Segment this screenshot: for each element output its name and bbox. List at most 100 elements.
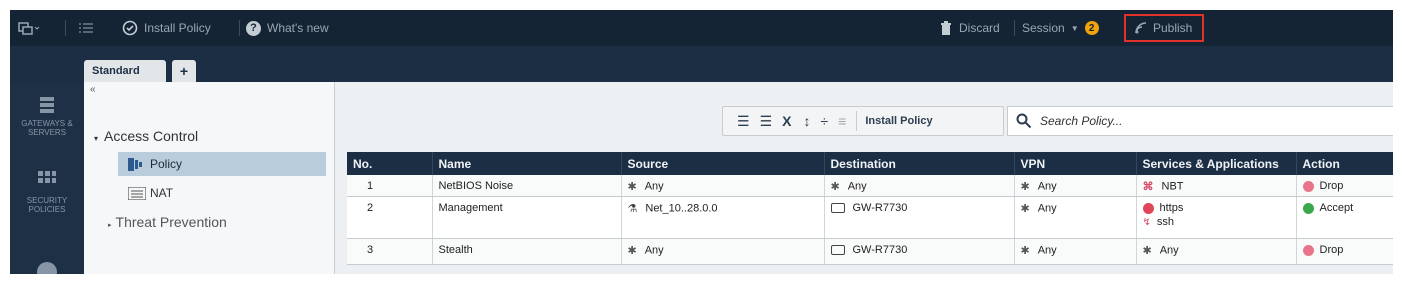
any-icon: ✱ (1020, 245, 1030, 257)
drop-icon (1302, 180, 1314, 192)
rule-name[interactable]: NetBIOS Noise (432, 175, 622, 197)
add-tab-button[interactable]: + (172, 60, 196, 82)
search-policy-box[interactable]: Search Policy... (1007, 106, 1393, 136)
column-header-destination[interactable]: Destination (824, 152, 1015, 175)
gateway-icon (830, 245, 845, 256)
policy-tab-bar: Standard + (10, 46, 1393, 82)
rule-name[interactable]: Management (432, 196, 622, 239)
publish-button[interactable]: Publish (1124, 14, 1204, 42)
help-icon: ? (246, 20, 261, 36)
tree-access-control[interactable]: ▾ Access Control (94, 128, 198, 144)
https-service-icon (1142, 202, 1154, 214)
divider (239, 20, 240, 36)
column-header-name[interactable]: Name (432, 152, 622, 175)
service-item: https (1142, 202, 1290, 214)
rule-action[interactable]: Drop (1296, 238, 1393, 265)
rule-number-text: 2 (367, 202, 374, 214)
install-policy-button[interactable]: Install Policy (122, 10, 211, 46)
rule-number: 2 (347, 196, 433, 239)
service-item: ↯ ssh (1143, 216, 1290, 228)
rule-number-text: 3 (367, 244, 374, 256)
globe-icon[interactable] (37, 262, 57, 274)
more-options-icon[interactable]: ≡ (838, 113, 846, 129)
action-text: Drop (1319, 180, 1344, 192)
collapse-panel-icon[interactable]: « (90, 84, 96, 95)
service-text: Any (1159, 244, 1179, 257)
search-icon (1016, 113, 1032, 129)
add-rule-above-icon[interactable]: ☰ (737, 113, 750, 130)
tab-standard[interactable]: Standard (84, 60, 166, 82)
collapse-sections-icon[interactable]: ÷ (820, 113, 828, 129)
rulebase-area: ☰ ☰ X ↕ ÷ ≡ Install Policy Search Policy… (335, 82, 1393, 274)
gateway-icon (830, 203, 845, 214)
vpn-text: Any (1037, 244, 1057, 257)
any-icon: ✱ (1020, 203, 1030, 215)
rule-services[interactable]: https ↯ ssh (1136, 196, 1297, 239)
tree-policy[interactable]: Policy (118, 152, 326, 176)
table-header-row: No. Name Source Destination VPN Services… (347, 152, 1393, 175)
discard-button[interactable]: Discard (940, 10, 1000, 46)
add-rule-below-icon[interactable]: ☰ (760, 113, 773, 130)
search-input[interactable]: Search Policy... (1040, 114, 1122, 128)
session-label: Session (1022, 21, 1065, 35)
rail-security-label: SECURITY POLICIES (26, 196, 68, 214)
whats-new-button[interactable]: ? What's new (246, 10, 329, 46)
rule-vpn[interactable]: ✱ Any (1014, 238, 1137, 265)
plus-icon: + (179, 63, 189, 79)
rule-vpn[interactable]: ✱ Any (1014, 175, 1137, 197)
rule-destination[interactable]: GW-R7730 (824, 238, 1015, 265)
app-menu-button[interactable] (18, 10, 40, 46)
toolbar-install-policy-button[interactable]: Install Policy (865, 115, 932, 127)
any-icon: ✱ (627, 181, 637, 193)
table-row[interactable]: 1 NetBIOS Noise ✱ Any ✱ Any ✱ Any ⌘ NBT Drop (347, 175, 1393, 197)
rule-services[interactable]: ⌘ NBT (1136, 175, 1297, 197)
security-policies-icon (38, 171, 56, 183)
tree-nat[interactable]: NAT (128, 186, 173, 200)
tab-standard-label: Standard (92, 65, 140, 77)
column-header-source[interactable]: Source (621, 152, 825, 175)
column-header-action[interactable]: Action (1296, 152, 1393, 175)
rule-name[interactable]: Stealth (432, 238, 622, 265)
whats-new-label: What's new (267, 21, 329, 35)
tree-threat-prevention[interactable]: ▸ Threat Prevention (108, 214, 227, 230)
menu-list-button[interactable] (78, 10, 94, 46)
drop-icon (1302, 244, 1314, 256)
action-text: Accept (1319, 202, 1354, 214)
column-header-services[interactable]: Services & Applications (1136, 152, 1297, 175)
network-icon: ⚗ (627, 203, 638, 215)
rule-destination[interactable]: GW-R7730 (824, 196, 1015, 239)
expand-sections-icon[interactable]: ↕ (803, 113, 810, 129)
rule-action[interactable]: Drop (1296, 175, 1393, 197)
divider (1014, 20, 1015, 36)
rule-action[interactable]: Accept (1296, 196, 1393, 239)
rule-source[interactable]: ⚗ Net_10..28.0.0 (621, 196, 825, 239)
table-row[interactable]: 2 Management ⚗ Net_10..28.0.0 GW-R7730 ✱ A… (347, 196, 1393, 239)
rule-services[interactable]: ✱ Any (1136, 238, 1297, 265)
gateways-icon (40, 97, 54, 113)
rule-destination[interactable]: ✱ Any (824, 175, 1015, 197)
column-header-no[interactable]: No. (347, 152, 433, 175)
collapsed-arrow-icon: ▸ (108, 222, 112, 229)
any-icon: ✱ (830, 181, 840, 193)
rule-number: 3 (347, 238, 433, 265)
rail-security-policies[interactable]: SECURITY POLICIES (10, 170, 84, 214)
rule-number-text: 1 (367, 180, 374, 192)
toolbar-divider (856, 111, 858, 131)
rail-gateways-servers[interactable]: GATEWAYS & SERVERS (10, 96, 84, 137)
rule-source[interactable]: ✱ Any (621, 238, 825, 265)
rule-vpn[interactable]: ✱ Any (1014, 196, 1137, 239)
rule-number: 1 (347, 175, 433, 197)
table-row[interactable]: 3 Stealth ✱ Any GW-R7730 ✱ Any ✱ Any Drop (347, 238, 1393, 265)
column-header-vpn[interactable]: VPN (1014, 152, 1137, 175)
rail-gateways-label: GATEWAYS & SERVERS (21, 119, 73, 137)
install-policy-label: Install Policy (144, 21, 211, 35)
nbt-service-icon: ⌘ (1142, 181, 1154, 193)
tree-policy-label: Policy (150, 157, 183, 171)
service-text: NBT (1161, 180, 1184, 193)
ssh-service-icon: ↯ (1142, 216, 1151, 228)
rule-source[interactable]: ✱ Any (621, 175, 825, 197)
chevron-down-icon: ▼ (1070, 23, 1079, 33)
any-icon: ✱ (1020, 181, 1030, 193)
delete-rule-icon[interactable]: X (782, 113, 791, 129)
session-menu[interactable]: Session ▼ 2 (1022, 10, 1099, 46)
